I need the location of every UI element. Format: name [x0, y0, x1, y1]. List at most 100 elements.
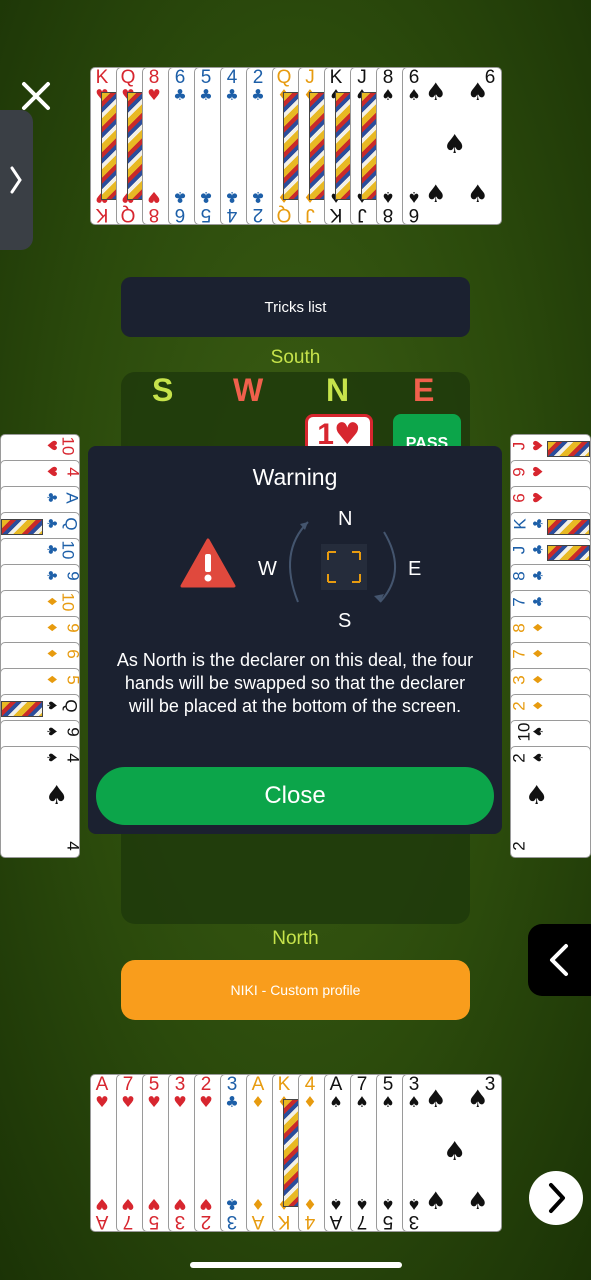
card-rank-bottom: 4	[304, 1211, 316, 1232]
card-suit-icon-bottom: ♠	[355, 1195, 369, 1213]
card-rank: 2	[510, 753, 529, 763]
card-rank-bottom: 8	[382, 204, 394, 225]
card-suit-icon-bottom: ♥	[95, 1195, 109, 1213]
card-rank: 5	[63, 675, 79, 684]
warning-triangle-icon	[180, 538, 236, 588]
chevron-left-icon	[550, 944, 568, 976]
card-rank: 7	[510, 597, 529, 607]
card-suit-icon: ♠	[381, 1093, 395, 1111]
card-rank-bottom: 5	[200, 204, 212, 225]
card-rank-bottom: 2	[252, 204, 264, 225]
card-suit-icon: ♥	[121, 1093, 135, 1111]
playing-card[interactable]: 2 ♠ ♠ 2	[510, 746, 591, 858]
card-rank: 8	[382, 67, 394, 88]
card-rank-bottom: 8	[148, 204, 160, 225]
card-rank: 2	[252, 67, 264, 88]
card-suit-icon: ♣	[531, 569, 547, 582]
card-pip: ♠	[425, 180, 447, 208]
card-suit-icon-bottom: ♦	[303, 1195, 317, 1213]
card-rank: A	[329, 1074, 343, 1095]
card-suit-icon: ♦	[531, 647, 547, 660]
card-suit-icon: ♥	[531, 439, 547, 452]
card-rank: 4	[63, 753, 79, 762]
chevron-right-icon	[549, 1183, 565, 1213]
card-suit-icon: ♣	[531, 595, 547, 608]
card-rank: 10	[58, 592, 78, 612]
card-rank: 6	[510, 493, 529, 503]
card-rank: A	[251, 1074, 265, 1095]
card-suit-icon-bottom: ♠	[407, 1195, 421, 1213]
card-suit-icon: ♠	[43, 725, 59, 738]
card-rank: 6	[408, 67, 420, 88]
card-suit-icon: ♦	[251, 1093, 265, 1111]
court-card-art	[547, 545, 590, 561]
seat-label-bottom: North	[272, 928, 319, 949]
playing-card[interactable]: 3 ♠ 3 ♠ ♠ ♠ ♠ ♠ ♠ 3	[402, 1074, 502, 1232]
bottom-hand: A♥A♥7♥7♥5♥5♥3♥3♥2♥2♥3♣3♣A♦A♦K♦K♦4♦4♦A♠A♠…	[0, 1060, 591, 1240]
card-rank: 7	[510, 649, 529, 659]
card-rank-bottom: 5	[148, 1211, 160, 1232]
card-suit-icon-bottom: ♦	[251, 1195, 265, 1213]
card-suit-icon: ♦	[43, 595, 59, 608]
card-suit-icon: ♥	[43, 465, 59, 478]
compass-north: N	[338, 508, 353, 530]
card-rank: Q	[276, 67, 292, 88]
drawer-open-button[interactable]	[528, 924, 591, 996]
card-rank: 3	[408, 1074, 420, 1095]
card-suit-icon: ♠	[43, 699, 59, 712]
card-rank-bottom: A	[251, 1211, 265, 1232]
card-rank-bottom: 2	[200, 1211, 212, 1232]
card-rank: Q	[61, 699, 80, 713]
card-pip: ♠	[443, 1137, 467, 1167]
compass-south: S	[338, 610, 352, 632]
card-suit-icon: ♣	[43, 517, 59, 530]
card-suit-icon: ♣	[199, 86, 213, 104]
card-rank: K	[277, 1074, 291, 1095]
card-rank: K	[510, 518, 530, 530]
playing-card[interactable]: 4 ♠ ♠ 4	[0, 746, 80, 858]
card-rank: 8	[510, 623, 529, 633]
card-suit-icon: ♣	[43, 569, 59, 582]
tricks-list-button[interactable]: Tricks list	[121, 277, 470, 337]
next-button[interactable]	[529, 1171, 583, 1225]
top-hand: K♥K♥Q♥Q♥8♥8♥6♣6♣5♣5♣4♣4♣2♣2♣Q♦Q♦J♦J♦K♠K♠…	[0, 0, 591, 230]
card-rank: J	[305, 67, 315, 88]
card-rank-bottom: 4	[226, 204, 238, 225]
right-hand: J ♥ 9 ♥ 6 ♥ K ♣ J ♣ 8 ♣ 7 ♣ 8 ♦ 7 ♦ 3 ♦ 2 ♦ 10 ♠ 2 ♠ ♠ 2	[510, 430, 591, 858]
card-rank: 6	[174, 67, 186, 88]
card-suit-icon: ♠	[43, 751, 59, 764]
card-rank: Q	[61, 517, 80, 531]
card-suit-icon-bottom: ♥	[147, 1195, 161, 1213]
card-rank: 2	[200, 1074, 212, 1095]
tricks-list-label: Tricks list	[264, 298, 327, 316]
card-rank: 4	[63, 467, 79, 476]
card-suit-icon-bottom: ♠	[329, 1195, 343, 1213]
profile-label: NIKI - Custom profile	[230, 982, 361, 998]
card-suit-icon: ♠	[407, 86, 421, 104]
close-button[interactable]: Close	[96, 767, 494, 825]
compass-west: W	[258, 558, 277, 580]
card-suit-icon: ♣	[43, 491, 59, 504]
playing-card[interactable]: 6 ♠ 6 ♠ ♠ ♠ ♠ ♠ ♠ 6	[402, 67, 502, 225]
card-suit-icon: ♦	[531, 621, 547, 634]
compass-east: E	[408, 558, 422, 580]
card-rank: 3	[226, 1074, 238, 1095]
card-suit-icon: ♥	[43, 439, 59, 452]
card-suit-icon: ♥	[531, 465, 547, 478]
card-suit-icon-bottom: ♠	[381, 188, 395, 206]
card-pip: ♠	[425, 1085, 447, 1113]
profile-button[interactable]: NIKI - Custom profile	[121, 960, 470, 1020]
card-rank: 8	[510, 571, 529, 581]
card-rank: J	[357, 67, 367, 88]
card-suit-icon: ♣	[225, 1093, 239, 1111]
card-rank-bottom: J	[357, 204, 367, 225]
card-rank-bottom: 5	[382, 1211, 394, 1232]
card-rank: 10	[58, 436, 78, 456]
card-suit-icon: ♦	[531, 673, 547, 686]
card-rank: 8	[148, 67, 160, 88]
bid-col-s: S	[152, 372, 174, 408]
card-suit-icon: ♦	[43, 621, 59, 634]
court-card-art	[547, 519, 590, 535]
card-pip: ♠	[443, 130, 467, 160]
court-card-art	[547, 441, 590, 457]
